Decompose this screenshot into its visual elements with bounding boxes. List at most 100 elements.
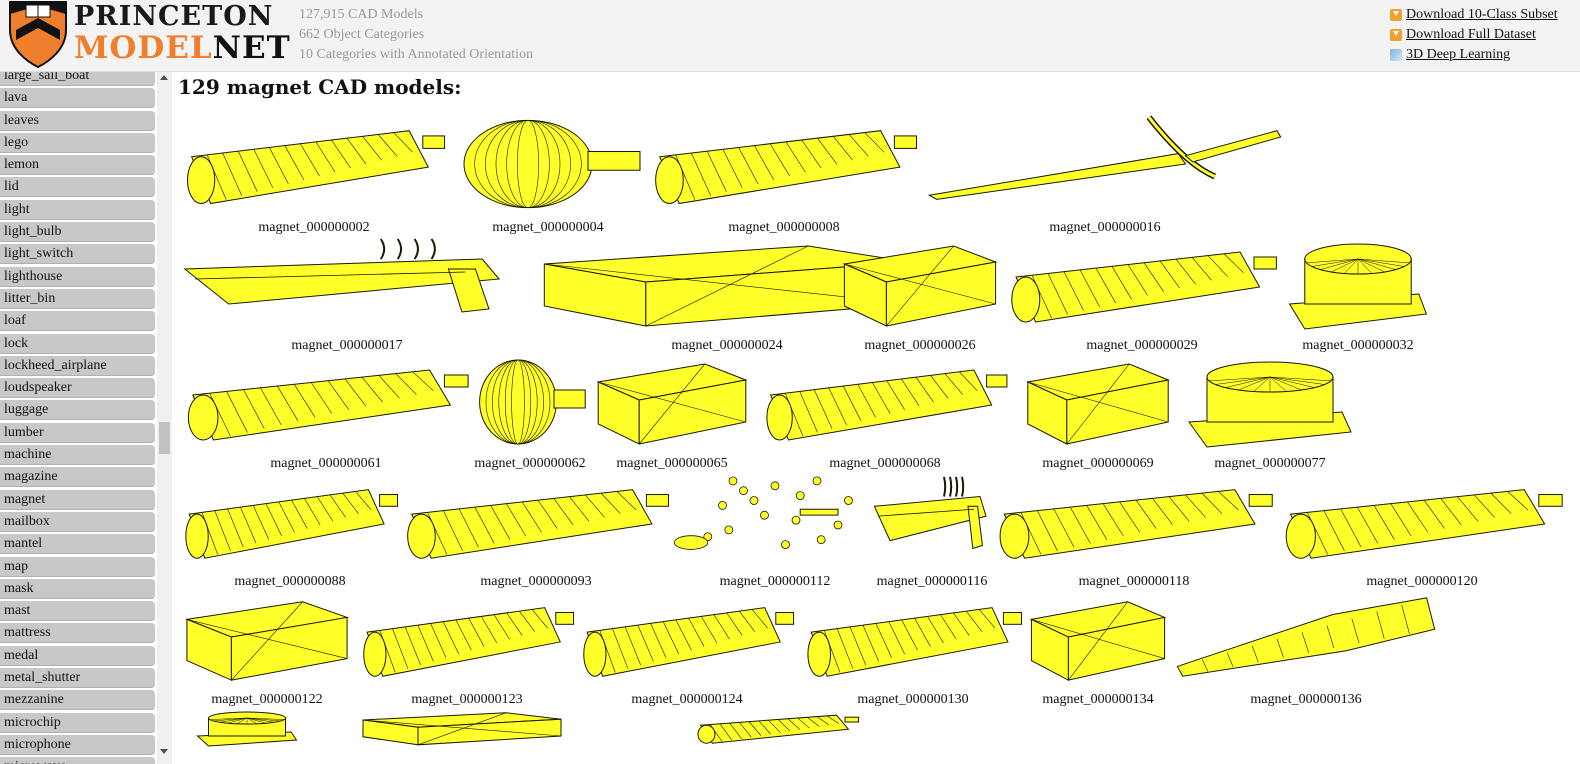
category-item[interactable]: metal_shutter: [0, 668, 155, 689]
model-tile[interactable]: magnet_000000029: [1002, 234, 1282, 354]
model-thumbnail[interactable]: [356, 590, 578, 690]
model-thumbnail[interactable]: [178, 352, 474, 454]
model-label[interactable]: magnet_000000124: [576, 692, 798, 708]
model-thumbnail[interactable]: [1024, 590, 1172, 690]
model-tile[interactable]: magnet_000000093: [398, 472, 674, 590]
model-label[interactable]: magnet_000000077: [1180, 456, 1360, 472]
model-tile[interactable]: magnet_000000124: [576, 590, 798, 708]
model-thumbnail[interactable]: [192, 708, 302, 750]
model-tile[interactable]: magnet_000000123: [356, 590, 578, 708]
model-tile[interactable]: magnet_000000130: [800, 590, 1026, 708]
category-item[interactable]: lighthouse: [0, 266, 155, 287]
model-tile[interactable]: magnet_000000032: [1282, 234, 1434, 354]
scroll-thumb[interactable]: [159, 422, 170, 454]
category-item[interactable]: lockheed_airplane: [0, 355, 155, 376]
model-tile[interactable]: magnet_000000004: [448, 112, 648, 236]
download-full-dataset-link[interactable]: Download Full Dataset: [1390, 25, 1558, 45]
model-label[interactable]: magnet_000000123: [356, 692, 578, 708]
model-thumbnail[interactable]: [1180, 352, 1360, 454]
category-item[interactable]: mattress: [0, 623, 155, 644]
model-label[interactable]: magnet_000000061: [178, 456, 474, 472]
category-item[interactable]: lock: [0, 333, 155, 354]
model-thumbnail[interactable]: [590, 352, 754, 454]
model-label[interactable]: magnet_000000112: [670, 574, 880, 590]
category-item[interactable]: magnet: [0, 489, 155, 510]
category-item[interactable]: lemon: [0, 155, 155, 176]
model-tile[interactable]: magnet_000000062: [470, 352, 590, 472]
model-tile[interactable]: [192, 708, 302, 764]
category-item[interactable]: light: [0, 199, 155, 220]
model-tile[interactable]: magnet_000000061: [178, 352, 474, 472]
scroll-down-arrow-icon[interactable]: [160, 749, 168, 754]
category-item[interactable]: large_sail_boat: [0, 72, 155, 86]
model-thumbnail[interactable]: [1276, 472, 1568, 572]
category-item[interactable]: lava: [0, 88, 155, 109]
model-tile[interactable]: [692, 708, 862, 764]
model-label[interactable]: magnet_000000065: [590, 456, 754, 472]
model-thumbnail[interactable]: [178, 472, 402, 572]
model-label[interactable]: magnet_000000088: [178, 574, 402, 590]
model-thumbnail[interactable]: [1002, 234, 1282, 336]
model-tile[interactable]: magnet_000000120: [1276, 472, 1568, 590]
model-thumbnail[interactable]: [576, 590, 798, 690]
model-tile[interactable]: magnet_000000017: [178, 234, 516, 354]
download-10-class-link[interactable]: Download 10-Class Subset: [1390, 5, 1558, 25]
model-tile[interactable]: magnet_000000026: [836, 234, 1004, 354]
model-tile[interactable]: magnet_000000016: [922, 112, 1288, 236]
model-thumbnail[interactable]: [448, 112, 648, 218]
model-tile[interactable]: magnet_000000008: [646, 112, 922, 236]
category-item[interactable]: lid: [0, 177, 155, 198]
model-thumbnail[interactable]: [922, 112, 1288, 218]
model-thumbnail[interactable]: [990, 472, 1278, 572]
category-item[interactable]: map: [0, 556, 155, 577]
model-tile[interactable]: magnet_000000077: [1180, 352, 1360, 472]
model-thumbnail[interactable]: [800, 590, 1026, 690]
category-item[interactable]: luggage: [0, 400, 155, 421]
model-thumbnail[interactable]: [1172, 590, 1440, 690]
category-item[interactable]: microwave: [0, 757, 155, 764]
model-label[interactable]: magnet_000000069: [1020, 456, 1176, 472]
model-tile[interactable]: magnet_000000116: [872, 472, 992, 590]
category-item[interactable]: mask: [0, 578, 155, 599]
model-thumbnail[interactable]: [670, 472, 880, 572]
model-thumbnail[interactable]: [398, 472, 674, 572]
category-item[interactable]: litter_bin: [0, 288, 155, 309]
model-tile[interactable]: magnet_000000118: [990, 472, 1278, 590]
model-tile[interactable]: magnet_000000136: [1172, 590, 1440, 708]
model-tile[interactable]: magnet_000000002: [178, 112, 450, 236]
category-item[interactable]: mailbox: [0, 511, 155, 532]
model-label[interactable]: magnet_000000118: [990, 574, 1278, 590]
model-label[interactable]: magnet_000000120: [1276, 574, 1568, 590]
model-label[interactable]: magnet_000000134: [1024, 692, 1172, 708]
category-item[interactable]: light_switch: [0, 244, 155, 265]
category-item[interactable]: loaf: [0, 311, 155, 332]
category-item[interactable]: mezzanine: [0, 690, 155, 711]
model-label[interactable]: magnet_000000122: [178, 692, 356, 708]
deep-learning-link[interactable]: 3D Deep Learning: [1390, 45, 1558, 65]
model-label[interactable]: magnet_000000068: [758, 456, 1012, 472]
sidebar-scrollbar[interactable]: [157, 72, 172, 764]
model-tile[interactable]: magnet_000000122: [178, 590, 356, 708]
model-thumbnail[interactable]: [1282, 234, 1434, 336]
category-item[interactable]: magazine: [0, 467, 155, 488]
model-tile[interactable]: magnet_000000134: [1024, 590, 1172, 708]
category-item[interactable]: medal: [0, 645, 155, 666]
model-thumbnail[interactable]: [758, 352, 1012, 454]
model-label[interactable]: magnet_000000093: [398, 574, 674, 590]
model-tile[interactable]: magnet_000000065: [590, 352, 754, 472]
category-item[interactable]: mast: [0, 601, 155, 622]
category-item[interactable]: leaves: [0, 110, 155, 131]
model-tile[interactable]: [352, 708, 572, 764]
category-sidebar[interactable]: large_sail_boat lava leaves lego lemon lid lig…: [0, 72, 172, 764]
model-label[interactable]: magnet_000000062: [470, 456, 590, 472]
category-item[interactable]: microchip: [0, 712, 155, 733]
model-tile[interactable]: magnet_000000069: [1020, 352, 1176, 472]
category-item[interactable]: loudspeaker: [0, 378, 155, 399]
category-item[interactable]: lumber: [0, 422, 155, 443]
model-thumbnail[interactable]: [836, 234, 1004, 336]
model-thumbnail[interactable]: [646, 112, 922, 218]
model-thumbnail[interactable]: [1020, 352, 1176, 454]
model-thumbnail[interactable]: [178, 590, 356, 690]
model-thumbnail[interactable]: [470, 352, 590, 454]
category-item[interactable]: light_bulb: [0, 222, 155, 243]
